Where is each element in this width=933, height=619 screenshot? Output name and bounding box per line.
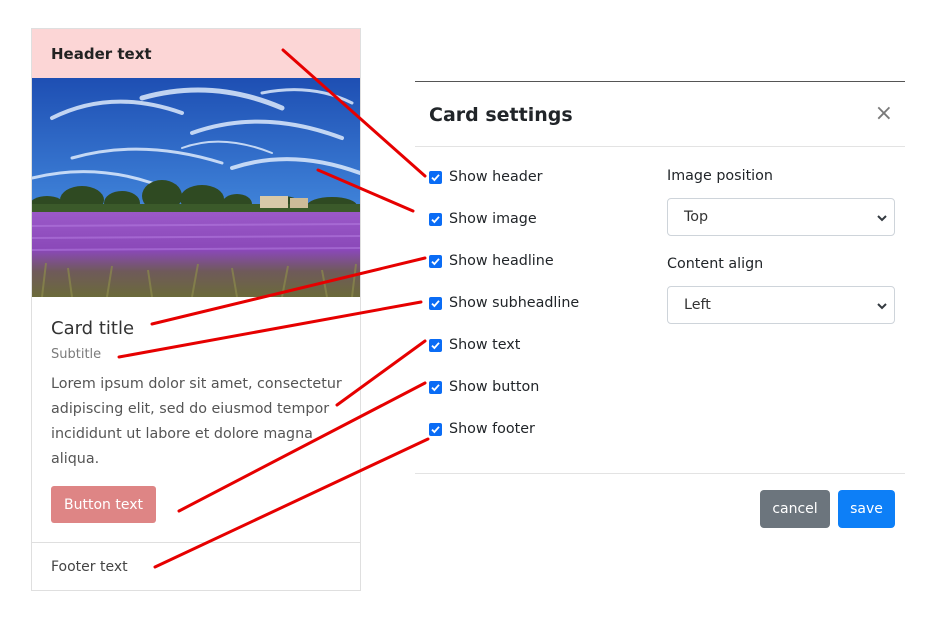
card-subtitle: Subtitle — [51, 347, 102, 362]
dialog-footer: cancel save — [415, 473, 905, 547]
card-button[interactable]: Button text — [51, 486, 156, 523]
image-position-label: Image position — [667, 168, 773, 184]
checkbox-checked-icon[interactable] — [429, 212, 442, 226]
preview-card: Header text Card title Subtitle Lorem ip… — [31, 28, 361, 591]
checkbox-checked-icon[interactable] — [429, 338, 442, 352]
show-image-checkbox[interactable]: Show image — [429, 208, 537, 230]
checkbox-checked-icon[interactable] — [429, 254, 442, 268]
card-header: Header text — [32, 29, 360, 78]
show-button-checkbox[interactable]: Show button — [429, 376, 539, 398]
show-header-checkbox[interactable]: Show header — [429, 166, 543, 188]
image-position-select[interactable]: Top — [667, 198, 895, 236]
chevron-down-icon — [877, 303, 887, 310]
checkbox-label: Show footer — [449, 421, 535, 437]
checkbox-label: Show header — [449, 169, 543, 185]
content-align-value: Left — [684, 297, 711, 313]
card-footer: Footer text — [32, 542, 360, 591]
card-image — [32, 78, 360, 297]
save-button[interactable]: save — [838, 490, 895, 528]
checkbox-label: Show image — [449, 211, 537, 227]
checkbox-label: Show subheadline — [449, 295, 580, 311]
image-position-value: Top — [684, 209, 709, 225]
card-title: Card title — [51, 318, 135, 339]
card-settings-dialog: Card settings × Show header Show image S… — [415, 81, 905, 546]
show-text-checkbox[interactable]: Show text — [429, 334, 520, 356]
show-footer-checkbox[interactable]: Show footer — [429, 418, 535, 440]
checkbox-label: Show headline — [449, 253, 554, 269]
checkbox-checked-icon[interactable] — [429, 380, 442, 394]
chevron-down-icon — [877, 215, 887, 222]
checkbox-checked-icon[interactable] — [429, 422, 442, 436]
checkbox-label: Show button — [449, 379, 540, 395]
dialog-title: Card settings — [429, 104, 573, 126]
show-headline-checkbox[interactable]: Show headline — [429, 250, 554, 272]
checkbox-label: Show text — [449, 337, 521, 353]
checkbox-checked-icon[interactable] — [429, 170, 442, 184]
cancel-button[interactable]: cancel — [760, 490, 830, 528]
content-align-label: Content align — [667, 256, 764, 272]
close-icon[interactable]: × — [875, 102, 893, 126]
checkbox-checked-icon[interactable] — [429, 296, 442, 310]
card-text: Lorem ipsum dolor sit amet, consectetur … — [51, 376, 342, 467]
dialog-header: Card settings × — [415, 82, 905, 147]
content-align-select[interactable]: Left — [667, 286, 895, 324]
show-subheadline-checkbox[interactable]: Show subheadline — [429, 292, 579, 314]
